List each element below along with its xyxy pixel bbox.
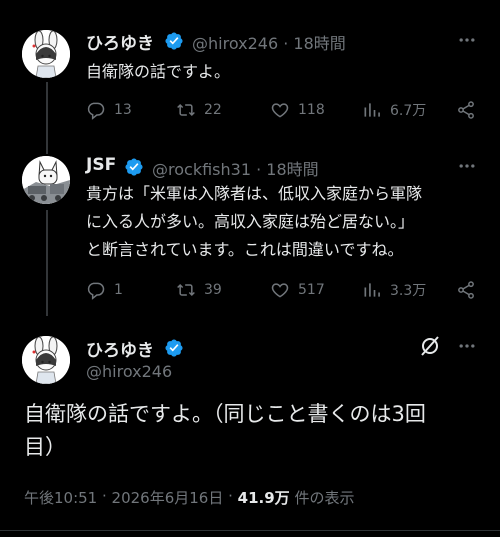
reply-icon — [87, 282, 105, 300]
separator-dot: · — [283, 34, 294, 53]
tweet-meta: 午後10:51 · 2026年6月16日 · 41.9万 件の表示 — [24, 487, 354, 508]
tweet-text: 自衛隊の話ですよ。 — [86, 58, 466, 86]
tweet-time[interactable]: 午後10:51 — [24, 487, 97, 508]
views-count: 6.7万 — [390, 103, 427, 119]
retweet-count: 39 — [204, 282, 222, 298]
retweet-count: 22 — [204, 102, 222, 118]
more-icon[interactable] — [456, 156, 478, 176]
views-suffix-text: 件の表示 — [294, 489, 355, 507]
retweet-button[interactable]: 39 — [176, 278, 222, 302]
tweet-text-line: と断言されています。これは間違いですね。 — [86, 240, 404, 259]
like-icon — [271, 283, 289, 298]
share-icon — [458, 101, 474, 119]
like-button[interactable]: 118 — [270, 98, 325, 122]
tweet-text-line: 貴方は「米軍は入隊者は、低収入家庭から軍隊 — [86, 184, 423, 203]
verified-icon — [125, 158, 143, 176]
author-name[interactable]: ひろゆき — [86, 336, 154, 361]
reply-count: 13 — [114, 102, 132, 118]
main-tweet-text: 自衛隊の話ですよ。（同じこと書くのは3回 目） — [24, 398, 464, 464]
tweet-text-line: に入る人が多い。高収入家庭は殆ど居ない。」 — [86, 212, 415, 231]
retweet-button[interactable]: 22 — [176, 98, 222, 122]
views-suffix: 件の表示 — [290, 487, 355, 508]
tweet-text-line: 自衛隊の話ですよ。（同じこと書くのは3回 — [24, 402, 426, 426]
avatar-hirox[interactable] — [22, 30, 70, 78]
separator-dot: · — [256, 160, 267, 179]
author-handle[interactable]: @rockfish31 · 18時間 — [152, 156, 319, 180]
separator-dot: · — [97, 487, 112, 505]
views-button[interactable]: 3.3万 — [362, 278, 426, 302]
grok-icon[interactable] — [418, 334, 442, 358]
separator-dot: · — [223, 487, 238, 505]
like-button[interactable]: 517 — [270, 278, 325, 302]
tweet-text: 貴方は「米軍は入隊者は、低収入家庭から軍隊 に入る人が多い。高収入家庭は殆ど居な… — [86, 180, 486, 264]
share-button[interactable] — [456, 278, 484, 302]
thread-line — [46, 210, 48, 316]
like-count: 118 — [298, 102, 325, 118]
verified-icon — [165, 32, 183, 50]
views-icon — [364, 103, 380, 117]
tweet-text-line: 目） — [24, 435, 66, 459]
author-handle[interactable]: @hirox246 — [86, 362, 172, 381]
retweet-icon — [177, 103, 195, 117]
reply-count: 1 — [114, 282, 123, 298]
tweet-date[interactable]: 2026年6月16日 — [112, 487, 224, 508]
tweet-actions: 1 39 517 3.3万 — [86, 278, 482, 302]
verified-icon — [165, 339, 183, 357]
author-name[interactable]: ひろゆき — [86, 29, 154, 54]
like-icon — [271, 103, 289, 118]
tweet-actions: 13 22 118 6.7万 — [86, 98, 482, 122]
like-count: 517 — [298, 282, 325, 298]
avatar-jsf[interactable] — [22, 156, 70, 204]
views-count: 3.3万 — [390, 283, 427, 299]
share-icon — [458, 281, 474, 299]
views-total[interactable]: 41.9万 — [238, 487, 290, 508]
author-handle[interactable]: @hirox246 · 18時間 — [192, 30, 346, 54]
timestamp[interactable]: 18時間 — [266, 160, 318, 179]
avatar-hirox[interactable] — [22, 336, 70, 384]
handle-text: @hirox246 — [192, 34, 279, 53]
more-icon[interactable] — [456, 30, 478, 50]
retweet-icon — [177, 283, 195, 297]
handle-text: @rockfish31 — [152, 160, 251, 179]
timestamp[interactable]: 18時間 — [293, 34, 345, 53]
views-icon — [364, 283, 380, 297]
more-icon[interactable] — [456, 336, 478, 356]
reply-button[interactable]: 13 — [86, 98, 132, 122]
reply-icon — [87, 102, 105, 120]
author-name[interactable]: JSF — [86, 155, 116, 175]
divider — [0, 530, 500, 531]
views-button[interactable]: 6.7万 — [362, 98, 426, 122]
thread-line — [46, 82, 48, 154]
tweet-text-line: 自衛隊の話ですよ。 — [86, 62, 231, 81]
reply-button[interactable]: 1 — [86, 278, 123, 302]
share-button[interactable] — [456, 98, 484, 122]
